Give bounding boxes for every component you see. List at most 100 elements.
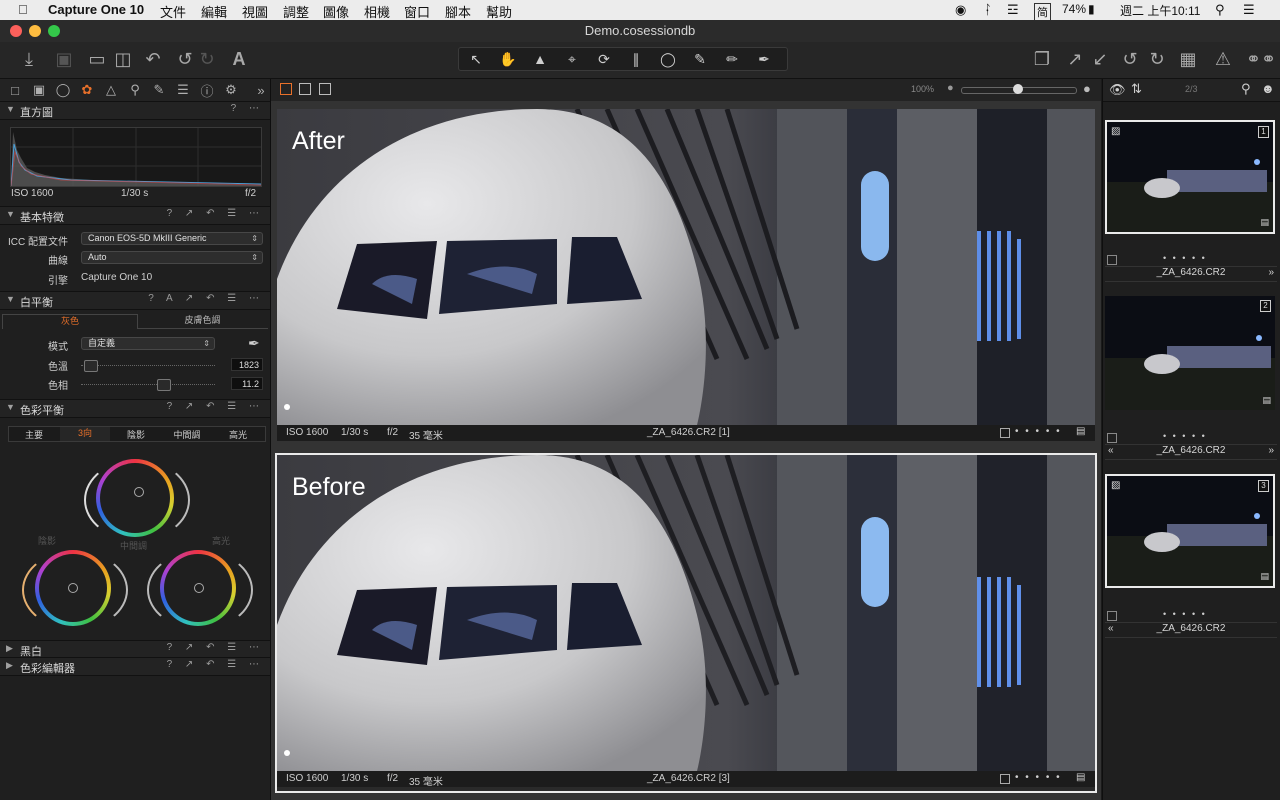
detail-tab-icon[interactable]: ⚲ [126, 81, 144, 99]
icc-profile-dropdown[interactable]: Canon EOS-5D MkIII Generic ⇕ [81, 232, 263, 245]
section-controls[interactable]: ? ↗ ↶ ☰ ⋯ [167, 208, 264, 219]
next-arrow-icon[interactable]: » [1268, 267, 1274, 278]
tint-slider[interactable] [81, 384, 215, 386]
copy-adjust-icon[interactable]: ↗ [1063, 47, 1087, 71]
single-view-icon[interactable] [299, 83, 311, 95]
tab-gray[interactable]: 灰色 [2, 314, 138, 329]
stack-icon[interactable]: ❐ [1030, 47, 1054, 71]
thumb-info-icon[interactable]: ▤ [1260, 571, 1269, 582]
zoom-slider-knob[interactable] [1013, 84, 1023, 94]
import-icon[interactable]: ⤓ [17, 47, 41, 71]
menu-help[interactable]: 幫助 [486, 2, 512, 21]
minimize-window-button[interactable] [29, 25, 41, 37]
before-info-icon[interactable]: ▤ [1076, 772, 1085, 783]
tint-slider-knob[interactable] [157, 379, 171, 391]
viewer-frame-before[interactable]: Before ISO 1600 1/30 s f/2 35 毫米 _ZA_642… [275, 453, 1097, 793]
temp-value[interactable]: 1823 [231, 358, 263, 371]
after-star-rating[interactable]: • • • • • [1015, 426, 1062, 437]
output-tab-icon[interactable]: ☰ [174, 81, 192, 99]
thumbnail-3[interactable]: ▨ 3 ▤ [1105, 474, 1275, 588]
menu-camera[interactable]: 相機 [364, 2, 390, 21]
battery-icon[interactable]: ▮ [1088, 2, 1095, 16]
thumb-2-caption[interactable]: « _ZA_6426.CR2 » [1105, 444, 1277, 460]
thumbnail-1[interactable]: ▨ 1 ▤ [1105, 120, 1275, 234]
collapse-arrow-icon[interactable]: ▼ [6, 104, 15, 114]
thumb-3-caption[interactable]: « _ZA_6426.CR2 [1105, 622, 1277, 638]
rotate-left-icon[interactable]: ↺ [1118, 47, 1142, 71]
thumb-1-caption[interactable]: _ZA_6426.CR2 » [1105, 266, 1277, 282]
midtone-luma-arc[interactable] [84, 459, 190, 541]
lens-tab-icon[interactable]: ◯ [54, 81, 72, 99]
notification-center-icon[interactable]: ☰ [1243, 2, 1255, 18]
tab-3way[interactable]: 3向 [60, 427, 110, 441]
zoom-window-button[interactable] [48, 25, 60, 37]
undo-icon[interactable]: ↺ [173, 47, 197, 71]
redo-icon[interactable]: ↻ [195, 47, 219, 71]
keystone-icon[interactable]: ▲ [525, 49, 555, 69]
spotlight-icon[interactable]: ⚲ [1215, 2, 1225, 18]
wb-mode-dropdown[interactable]: 自定義 ⇕ [81, 337, 215, 350]
wb-picker-icon[interactable]: ✒ [248, 335, 260, 352]
color-picker-icon[interactable]: ✏ [717, 49, 747, 69]
after-select-checkbox[interactable] [1000, 428, 1010, 438]
creative-cloud-icon[interactable]: ◉ [955, 2, 966, 18]
photo-before[interactable]: Before [277, 455, 1095, 771]
grid-icon[interactable]: ▦ [1176, 47, 1200, 71]
curve-dropdown[interactable]: Auto ⇕ [81, 251, 263, 264]
metadata-tab-icon[interactable]: ⓘ [198, 81, 216, 99]
apple-icon[interactable]:  [18, 2, 28, 17]
bluetooth-icon[interactable]: ᛛ [984, 2, 992, 17]
menu-adjust[interactable]: 調整 [283, 2, 309, 21]
menu-script[interactable]: 腳本 [445, 2, 471, 21]
menu-view[interactable]: 視圖 [242, 2, 268, 21]
photo-after[interactable]: After [277, 109, 1095, 425]
tab-shadow[interactable]: 陰影 [111, 428, 161, 441]
expand-arrow-icon[interactable]: ▶ [6, 660, 13, 671]
brush-icon[interactable]: ✎ [685, 49, 715, 69]
exposure-tab-icon[interactable]: △ [102, 81, 120, 99]
temp-slider-knob[interactable] [84, 360, 98, 372]
auto-adjust-icon[interactable]: A [227, 47, 251, 71]
zoom-out-icon[interactable]: ● [947, 82, 954, 94]
menu-app-name[interactable]: Capture One 10 [48, 2, 144, 17]
apply-adjust-icon[interactable]: ↙ [1088, 47, 1112, 71]
search-icon[interactable]: ⚲ [1241, 81, 1251, 97]
proof-glasses-icon[interactable]: ⚭⚭ [1244, 47, 1278, 71]
exposure-warning-icon[interactable]: ⚠ [1211, 47, 1235, 71]
before-select-checkbox[interactable] [1000, 774, 1010, 784]
local-adjust-tab-icon[interactable]: ✎ [150, 81, 168, 99]
collapse-arrow-icon[interactable]: ▼ [6, 209, 15, 219]
temp-slider[interactable] [81, 365, 215, 367]
settings-tab-icon[interactable]: ⚙ [222, 81, 240, 99]
before-star-rating[interactable]: • • • • • [1015, 772, 1062, 783]
eyedropper-icon[interactable]: ✒ [749, 49, 779, 69]
thumb-2-stars[interactable]: • • • • • [1163, 431, 1207, 441]
color-tab-icon[interactable]: ✿ [78, 81, 96, 99]
library-tab-icon[interactable]: □ [6, 81, 24, 99]
thumb-3-checkbox[interactable] [1107, 611, 1117, 621]
tab-midtone[interactable]: 中間調 [162, 428, 212, 441]
prev-arrow-icon[interactable]: « [1108, 623, 1114, 634]
section-controls[interactable]: ? ↗ ↶ ☰ ⋯ [167, 401, 264, 412]
white-balance-header[interactable]: ▼ 白平衡 ? A ↗ ↶ ☰ ⋯ [0, 291, 270, 310]
section-controls[interactable]: ? A ↗ ↶ ☰ ⋯ [148, 293, 264, 304]
thumbnail-2[interactable]: 2 ▤ [1105, 296, 1275, 410]
rotate-right-icon[interactable]: ↻ [1145, 47, 1169, 71]
rotate-icon[interactable]: ⟳ [589, 49, 619, 69]
viewer-frame-after[interactable]: After ISO 1600 1/30 s f/2 35 毫米 _ZA_6426… [277, 109, 1095, 442]
tab-highlight[interactable]: 高光 [213, 428, 263, 441]
move-to-folder-icon[interactable]: ▭ [85, 47, 109, 71]
keystone-lines-icon[interactable]: ∥ [621, 49, 651, 69]
prev-arrow-icon[interactable]: « [1108, 445, 1114, 456]
zoom-in-icon[interactable]: ● [1083, 81, 1091, 96]
more-tabs-icon[interactable]: » [252, 81, 270, 99]
collapse-arrow-icon[interactable]: ▼ [6, 402, 15, 412]
shadow-luma-arc[interactable] [22, 550, 128, 630]
thumb-1-checkbox[interactable] [1107, 255, 1117, 265]
thumb-info-icon[interactable]: ▤ [1262, 395, 1271, 406]
eye-icon[interactable]: 👁 [1109, 82, 1126, 98]
histogram-header[interactable]: ▼ 直方圖 ? ⋯ [0, 101, 270, 120]
thumb-1-stars[interactable]: • • • • • [1163, 253, 1207, 263]
crop-icon[interactable]: ⌖ [557, 49, 587, 69]
select-cursor-icon[interactable]: ↖ [461, 49, 491, 69]
